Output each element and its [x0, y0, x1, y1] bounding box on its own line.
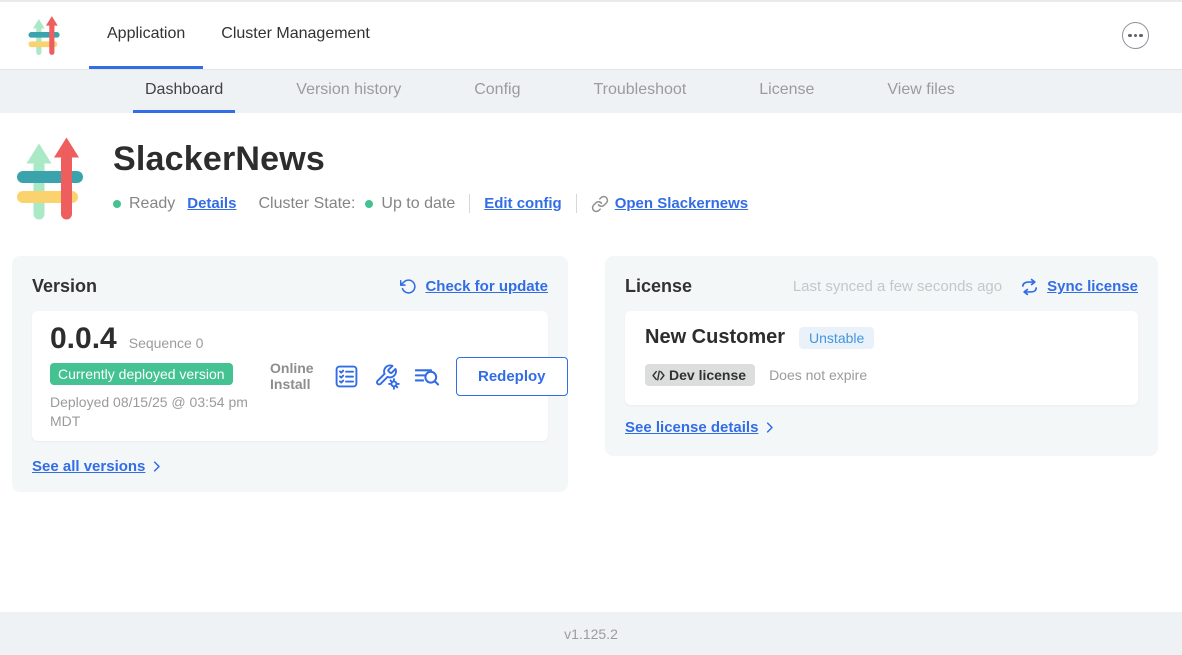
redeploy-button[interactable]: Redeploy — [456, 357, 568, 396]
app-status-row: Ready Details Cluster State: Up to date … — [113, 194, 748, 213]
dashboard-cards: Version Check for update 0.0.4 Sequence … — [12, 256, 1158, 492]
sequence-label: Sequence 0 — [129, 335, 204, 351]
customer-name: New Customer — [645, 326, 785, 349]
cluster-state-label: Cluster State: — [258, 195, 355, 213]
preflight-checklist-icon[interactable] — [333, 363, 360, 390]
tab-application[interactable]: Application — [89, 2, 203, 69]
chevron-right-icon — [149, 459, 164, 474]
see-all-versions-link[interactable]: See all versions — [32, 458, 164, 475]
subtab-troubleshoot-label: Troubleshoot — [593, 81, 686, 99]
subtab-config[interactable]: Config — [462, 70, 532, 113]
subtab-license[interactable]: License — [747, 70, 826, 113]
license-card: License Last synced a few seconds ago Sy… — [605, 256, 1158, 456]
version-card-title: Version — [32, 276, 97, 297]
tab-application-label: Application — [107, 25, 185, 43]
app-sub-nav: Dashboard Version history Config Trouble… — [0, 70, 1182, 113]
open-app-link-label: Open Slackernews — [615, 195, 748, 212]
subtab-view-files-label: View files — [887, 81, 954, 99]
channel-badge: Unstable — [799, 327, 874, 349]
subtab-dashboard[interactable]: Dashboard — [133, 70, 235, 113]
install-type-label: Online Install — [270, 360, 320, 392]
cluster-state-dot — [365, 200, 373, 208]
sync-arrows-icon — [1020, 278, 1039, 296]
deployed-timestamp: Deployed 08/15/25 @ 03:54 pm MDT — [50, 393, 260, 431]
sync-license-link[interactable]: Sync license — [1047, 278, 1138, 295]
tab-cluster-management-label: Cluster Management — [221, 25, 370, 43]
code-icon — [651, 368, 666, 383]
chevron-right-icon — [762, 420, 777, 435]
ellipsis-menu-icon[interactable] — [1122, 22, 1149, 49]
subtab-dashboard-label: Dashboard — [145, 81, 223, 99]
details-link[interactable]: Details — [187, 195, 236, 212]
see-all-versions-label: See all versions — [32, 458, 145, 475]
navbar-logo[interactable] — [0, 2, 89, 69]
subtab-version-history-label: Version history — [296, 81, 401, 99]
deployed-status-badge: Currently deployed version — [50, 363, 233, 385]
see-license-details-label: See license details — [625, 419, 758, 436]
console-footer: v1.125.2 — [0, 612, 1182, 655]
logs-search-icon[interactable] — [413, 363, 440, 390]
subtab-license-label: License — [759, 81, 814, 99]
see-license-details-link[interactable]: See license details — [625, 419, 777, 436]
divider — [576, 194, 577, 213]
console-version: v1.125.2 — [564, 626, 618, 642]
license-type-label: Dev license — [669, 367, 746, 383]
top-nav-bar: Application Cluster Management — [0, 0, 1182, 70]
subtab-view-files[interactable]: View files — [875, 70, 966, 113]
subtab-version-history[interactable]: Version history — [284, 70, 413, 113]
license-type-badge: Dev license — [645, 364, 755, 386]
license-expiration: Does not expire — [769, 367, 867, 383]
refresh-icon — [400, 278, 417, 295]
edit-config-link[interactable]: Edit config — [484, 195, 562, 212]
tab-cluster-management[interactable]: Cluster Management — [203, 2, 388, 69]
license-info-panel: New Customer Unstable Dev license Does n… — [625, 311, 1138, 405]
subtab-troubleshoot[interactable]: Troubleshoot — [581, 70, 698, 113]
check-for-update-link[interactable]: Check for update — [425, 278, 548, 295]
top-tabs: Application Cluster Management — [89, 2, 388, 69]
config-wrench-gear-icon[interactable] — [373, 363, 400, 390]
app-logo — [16, 137, 88, 222]
app-header: SlackerNews Ready Details Cluster State:… — [16, 137, 748, 222]
app-status-dot — [113, 200, 121, 208]
divider — [469, 194, 470, 213]
page-title: SlackerNews — [113, 139, 748, 179]
license-card-title: License — [625, 276, 692, 297]
version-card: Version Check for update 0.0.4 Sequence … — [12, 256, 568, 492]
last-synced-text: Last synced a few seconds ago — [793, 278, 1002, 295]
link-icon — [591, 195, 609, 213]
version-number: 0.0.4 — [50, 322, 117, 356]
current-version-panel: 0.0.4 Sequence 0 Currently deployed vers… — [32, 311, 548, 441]
subtab-config-label: Config — [474, 81, 520, 99]
cluster-state-value: Up to date — [381, 195, 455, 213]
open-app-link[interactable]: Open Slackernews — [591, 195, 748, 213]
app-status-text: Ready — [129, 195, 175, 213]
slackernews-logo-icon — [28, 16, 62, 56]
